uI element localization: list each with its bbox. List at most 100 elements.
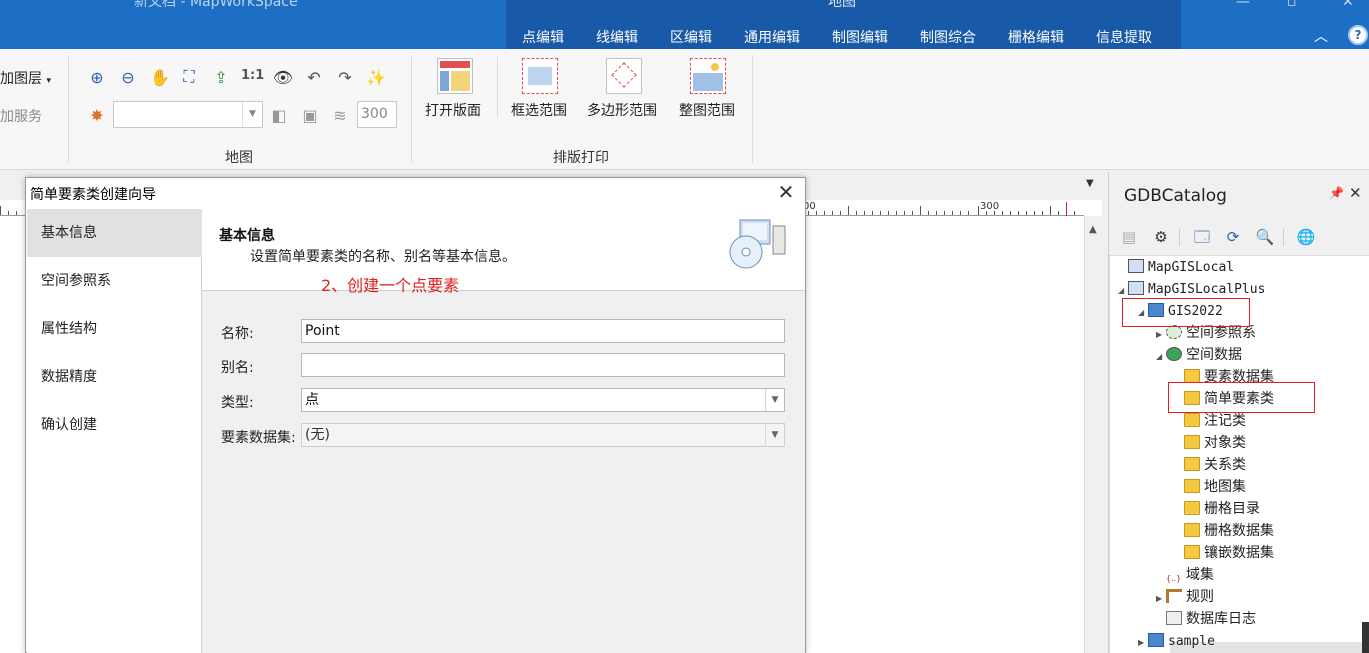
chevron-down-icon: ▼ — [765, 424, 784, 446]
polygon-range-button[interactable]: 多边形范围 — [587, 100, 657, 120]
search-icon[interactable]: 🔍 — [1254, 226, 1276, 248]
map-combo[interactable]: ▼ — [113, 101, 263, 128]
collapse-ribbon-icon[interactable]: ︿ — [1314, 26, 1328, 46]
tree-node-object-class[interactable]: 对象类 — [1174, 432, 1246, 454]
chevron-down-icon[interactable]: ▼ — [1086, 178, 1094, 189]
folder-icon — [1184, 523, 1200, 537]
step-spatial-reference[interactable]: 空间参照系 — [27, 257, 202, 305]
globe-icon[interactable]: 🌐 — [1295, 226, 1317, 248]
add-layer-button[interactable]: 加图层 ▾ — [0, 68, 51, 88]
alias-label: 别名: — [221, 360, 254, 376]
tree-node-spatial-data[interactable]: ◢ 空间数据 — [1156, 344, 1242, 366]
minimize-icon[interactable]: — — [1236, 0, 1250, 10]
tab-raster-edit[interactable]: 栅格编辑 — [1008, 25, 1064, 49]
tab-info-extract[interactable]: 信息提取 — [1096, 25, 1152, 49]
layers-icon[interactable]: ≋ — [329, 104, 351, 126]
frame-icon[interactable]: ▣ — [299, 104, 321, 126]
pan-hand-icon[interactable]: ✋ — [149, 66, 171, 88]
vertical-scrollbar[interactable]: ▲ — [1084, 216, 1102, 653]
refresh-icon[interactable]: ⟳ — [1222, 226, 1244, 248]
tree-node-map-set[interactable]: 地图集 — [1174, 476, 1246, 498]
select-range-button[interactable]: 框选范围 — [511, 100, 567, 120]
name-field[interactable]: Point — [301, 319, 785, 343]
eye-icon[interactable]: 👁 — [272, 66, 294, 88]
group-divider — [497, 57, 498, 117]
sparkle-icon[interactable]: ✸ — [86, 104, 108, 126]
polygon-range-icon[interactable] — [606, 58, 642, 94]
step-confirm-create[interactable]: 确认创建 — [27, 401, 202, 449]
create-feature-class-dialog: 简单要素类创建向导 ✕ 基本信息 空间参照系 属性结构 数据精度 确认创建 基本… — [25, 177, 806, 653]
scroll-up-icon[interactable]: ▲ — [1089, 224, 1097, 235]
tab-point-edit[interactable]: 点编辑 — [522, 25, 564, 49]
database-icon — [1148, 633, 1164, 647]
tree-node-raster-catalog[interactable]: 栅格目录 — [1174, 498, 1260, 520]
step-basic-info[interactable]: 基本信息 — [27, 209, 202, 257]
scale-1-1-button[interactable]: 1:1 — [241, 68, 264, 83]
tab-carto-edit[interactable]: 制图编辑 — [832, 25, 888, 49]
close-icon[interactable]: ✕ — [774, 180, 798, 204]
zoom-value-input[interactable]: 300 — [357, 101, 397, 128]
group-divider — [411, 55, 412, 163]
close-window-icon[interactable]: ✕ — [1342, 0, 1354, 10]
magic-wand-icon[interactable]: ✨ — [365, 66, 387, 88]
context-title: 地图 — [828, 0, 856, 10]
tree-node-raster-dataset[interactable]: 栅格数据集 — [1174, 520, 1274, 542]
tree-node-relation-class[interactable]: 关系类 — [1174, 454, 1246, 476]
export-icon[interactable]: ⇪ — [210, 66, 232, 88]
layout-icon[interactable] — [437, 58, 473, 94]
map-group-label: 地图 — [225, 150, 253, 166]
type-select[interactable]: 点 ▼ — [301, 388, 785, 412]
tree-node-sample[interactable]: ▶ sample — [1138, 630, 1215, 652]
group-divider — [752, 55, 753, 163]
add-service-button[interactable]: 加服务 — [0, 106, 42, 126]
step-data-precision[interactable]: 数据精度 — [27, 353, 202, 401]
ribbon-tabs: 点编辑 线编辑 区编辑 通用编辑 制图编辑 制图综合 栅格编辑 信息提取 — [506, 25, 1168, 49]
tree-node-annotation-class[interactable]: 注记类 — [1174, 410, 1246, 432]
tree-node-mosaic-dataset[interactable]: 镶嵌数据集 — [1174, 542, 1274, 564]
connect-icon[interactable]: ⚙ — [1150, 226, 1172, 248]
print-group-label: 排版打印 — [553, 150, 609, 166]
tree-node-mapgislocalplus[interactable]: ◢ MapGISLocalPlus — [1118, 278, 1265, 300]
whole-range-button[interactable]: 整图范围 — [679, 100, 735, 120]
header-description: 设置简单要素类的名称、别名等基本信息。 — [250, 249, 516, 265]
restore-icon[interactable]: ▫ — [1287, 0, 1297, 10]
close-icon[interactable]: ✕ — [1349, 184, 1362, 202]
next-view-icon[interactable]: ↷ — [334, 66, 356, 88]
tree-node-domain-set[interactable]: {..} 域集 — [1156, 564, 1214, 586]
header-title: 基本信息 — [219, 228, 275, 244]
tree-node-mapgislocal[interactable]: MapGISLocal — [1118, 256, 1234, 278]
select-range-icon[interactable] — [522, 58, 558, 94]
properties-icon[interactable]: ▤ — [1118, 226, 1140, 248]
zoom-in-icon[interactable]: ⊕ — [86, 66, 108, 88]
database-disc-icon — [729, 219, 786, 269]
title-bar: 新文档 - MapWorkSpace 地图 点编辑 线编辑 区编辑 通用编辑 制… — [0, 0, 1369, 49]
tab-area-edit[interactable]: 区编辑 — [670, 25, 712, 49]
chevron-down-icon[interactable]: ▼ — [765, 389, 784, 411]
tree-scrollbar[interactable] — [1362, 622, 1369, 653]
alias-field[interactable] — [301, 353, 785, 377]
tree-node-database-log[interactable]: 数据库日志 — [1156, 608, 1256, 630]
type-value: 点 — [305, 392, 319, 408]
whole-range-icon[interactable] — [690, 58, 726, 94]
full-extent-icon[interactable]: ⛶ — [178, 66, 200, 88]
tab-carto-generalize[interactable]: 制图综合 — [920, 25, 976, 49]
dataset-label: 要素数据集: — [221, 430, 296, 446]
tree-node-rules[interactable]: ▶ 规则 — [1156, 586, 1214, 608]
previous-view-icon[interactable]: ↶ — [303, 66, 325, 88]
pin-icon[interactable]: 📌 — [1329, 186, 1344, 200]
expanded-icon: ◢ — [1156, 352, 1163, 361]
tab-line-edit[interactable]: 线编辑 — [596, 25, 638, 49]
zoom-out-icon[interactable]: ⊖ — [117, 66, 139, 88]
open-layout-button[interactable]: 打开版面 — [425, 100, 481, 120]
rules-icon — [1166, 589, 1182, 603]
settings-window-icon[interactable]: 🗔 — [1191, 226, 1213, 248]
wizard-page: 基本信息 设置简单要素类的名称、别名等基本信息。 2、创建一个点要素 名称: P… — [202, 209, 805, 653]
fill-icon[interactable]: ◧ — [268, 104, 290, 126]
tab-general-edit[interactable]: 通用编辑 — [744, 25, 800, 49]
log-icon — [1166, 611, 1182, 625]
help-icon[interactable]: ? — [1348, 25, 1368, 45]
folder-icon — [1184, 457, 1200, 471]
name-label: 名称: — [221, 326, 254, 342]
dataset-value: (无) — [305, 427, 330, 443]
step-attribute-structure[interactable]: 属性结构 — [27, 305, 202, 353]
